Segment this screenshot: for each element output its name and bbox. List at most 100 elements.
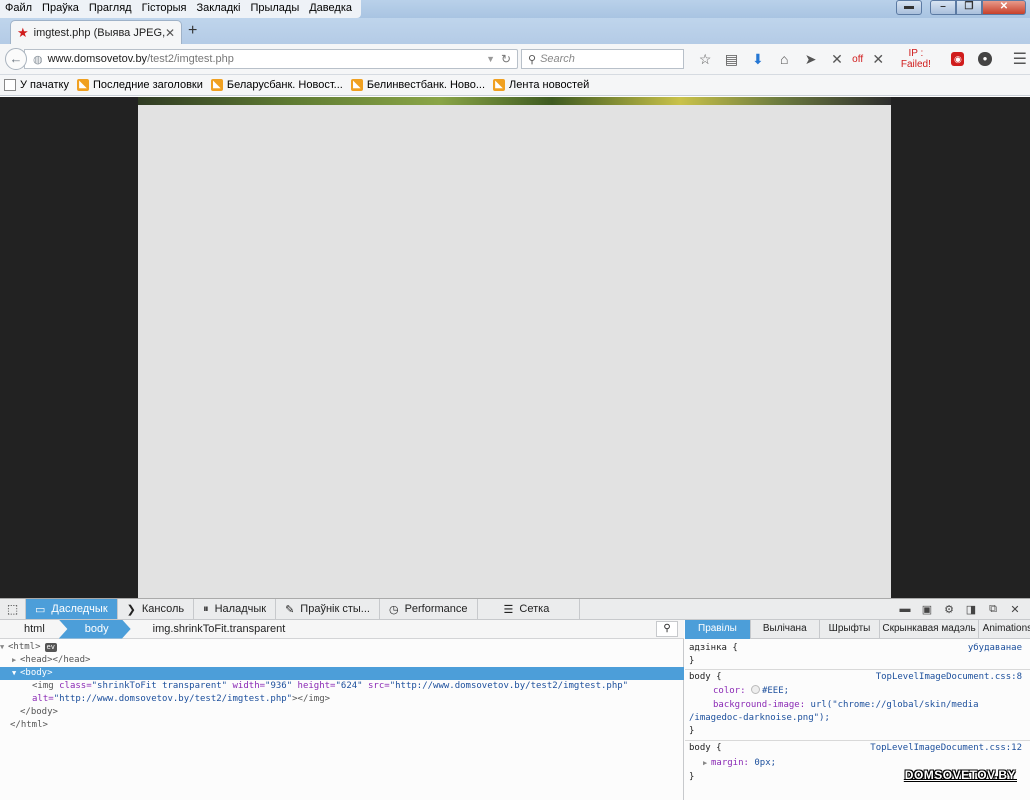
devtools-toolbar: ⬚ ▭ Даследчык ❯ Кансоль ⏸ Наладчык ✎ Праўнік…	[0, 599, 1030, 620]
x-addon-icon[interactable]: ✕	[824, 51, 850, 68]
reading-list-icon[interactable]: ▤	[718, 51, 744, 68]
element-picker-icon[interactable]: ⬚	[0, 599, 26, 619]
send-icon[interactable]: ➤	[797, 51, 823, 68]
tab-rules[interactable]: Правілы	[685, 620, 751, 639]
rule2-selector: body {	[689, 743, 722, 753]
tab-network[interactable]: ☰ Сетка	[478, 599, 581, 619]
bookmarks-toolbar: У пачатку ◣ Последние заголовки ◣ Беларусб…	[0, 75, 1030, 96]
bg-image-declaration-cont: /imagedoc-darknoise.png");	[689, 713, 830, 723]
rule1-source-link[interactable]: TopLevelImageDocument.css:8	[876, 671, 1022, 684]
addon-red-icon[interactable]: ◉	[951, 52, 965, 66]
color-swatch-icon[interactable]	[750, 685, 760, 694]
bookmark-star-icon[interactable]: ☆	[692, 51, 718, 68]
tab-strip: ★ imgtest.php (Выява JPEG, ... ✕ +	[0, 18, 1030, 44]
breadcrumb-body[interactable]: body	[58, 619, 131, 639]
rule1-selector: body {	[689, 672, 722, 682]
bg-image-declaration[interactable]: background-image: url("chrome://global/s…	[713, 699, 979, 712]
url-bar[interactable]: ◍ www.domsovetov.by/test2/imgtest.php ▼ …	[24, 49, 518, 69]
network-icon: ☰	[503, 603, 514, 616]
tab-inspector[interactable]: ▭ Даследчык	[26, 599, 118, 619]
globe-icon: ◍	[33, 53, 43, 66]
tab-animations[interactable]: Animations	[979, 620, 1030, 639]
tab-title: imgtest.php (Выява JPEG, ...	[33, 26, 165, 39]
close-window-button[interactable]: ✕	[982, 0, 1026, 15]
tab-computed[interactable]: Вылічана	[751, 620, 820, 639]
home-icon[interactable]: ⌂	[771, 51, 797, 67]
inspected-image-highlight[interactable]	[138, 105, 891, 598]
tab-style-editor[interactable]: ✎ Праўнік сты...	[276, 599, 380, 619]
menu-history[interactable]: Гісторыя	[137, 0, 192, 18]
maximize-button[interactable]: ❐	[956, 0, 982, 15]
reload-icon[interactable]: ↻	[501, 52, 511, 66]
menu-bookmarks[interactable]: Закладкі	[192, 0, 246, 18]
new-tab-button[interactable]: +	[188, 22, 197, 40]
menu-edit[interactable]: Праўка	[37, 0, 84, 18]
search-placeholder: Search	[540, 53, 575, 65]
minimize-button[interactable]: –	[930, 0, 956, 15]
twisty-closed-icon[interactable]: ▶	[12, 654, 20, 667]
folder-icon	[4, 79, 16, 91]
window-extra-button[interactable]: ▬	[896, 0, 922, 15]
hamburger-menu-icon[interactable]: ☰	[1007, 49, 1030, 69]
markup-node-img[interactable]: <img class="shrinkToFit transparent" wid…	[0, 680, 684, 693]
expand-twisty-icon[interactable]: ▶	[703, 757, 711, 770]
ip-status-label[interactable]: IP : Failed!	[891, 48, 944, 70]
rss-icon: ◣	[76, 79, 89, 91]
menu-tools[interactable]: Прылады	[245, 0, 304, 18]
event-badge[interactable]: ev	[44, 643, 57, 652]
markup-node-body-close[interactable]: </body>	[0, 706, 684, 719]
favicon-star-icon: ★	[17, 24, 29, 40]
tab-performance[interactable]: ◷ Performance	[380, 599, 478, 619]
responsive-mode-icon[interactable]: ▣	[916, 603, 938, 616]
bookmark-item[interactable]: ◣ Последние заголовки	[76, 79, 203, 91]
search-input[interactable]: ⚲ Search	[521, 49, 684, 69]
breadcrumb-html[interactable]: html	[0, 620, 59, 639]
url-dropdown-icon[interactable]: ▼	[486, 54, 495, 64]
tab-imgtest[interactable]: ★ imgtest.php (Выява JPEG, ... ✕	[10, 20, 182, 44]
menu-help[interactable]: Даведка	[304, 0, 357, 18]
chat-icon[interactable]: ●	[978, 52, 992, 66]
url-host: www.domsovetov.by	[47, 53, 148, 65]
x-addon-2-icon[interactable]: ✕	[865, 51, 891, 68]
markup-node-img-cont[interactable]: alt="http://www.domsovetov.by/test2/imgt…	[0, 693, 684, 706]
search-icon: ⚲	[528, 53, 537, 66]
bookmark-item[interactable]: ◣ Беларусбанк. Новост...	[210, 79, 343, 91]
tab-debugger[interactable]: ⏸ Наладчык	[194, 599, 277, 619]
element-rule-source[interactable]: убудаванае	[968, 642, 1022, 655]
settings-gear-icon[interactable]: ⚙	[938, 603, 960, 616]
menu-file[interactable]: Файл	[0, 0, 37, 18]
rss-icon: ◣	[350, 79, 363, 91]
bookmark-item[interactable]: ◣ Белинвестбанк. Ново...	[350, 79, 485, 91]
breadcrumb-img[interactable]: img.shrinkToFit.transparent	[131, 620, 300, 639]
tab-fonts[interactable]: Шрыфты	[820, 620, 881, 639]
markup-node-html-close[interactable]: </html>	[0, 719, 684, 732]
tab-close-icon[interactable]: ✕	[165, 26, 175, 40]
color-declaration[interactable]: color: #EEE;	[713, 685, 789, 698]
rule2-source-link[interactable]: TopLevelImageDocument.css:12	[870, 742, 1022, 755]
back-button[interactable]: ←	[5, 48, 27, 70]
menu-bar: Файл Праўка Прагляд Гісторыя Закладкі Пр…	[0, 0, 361, 18]
bookmark-item[interactable]: У пачатку	[4, 79, 69, 91]
off-label[interactable]: off	[850, 54, 865, 65]
close-devtools-icon[interactable]: ✕	[1004, 603, 1026, 616]
undock-icon[interactable]: ⧉	[982, 603, 1004, 616]
markup-node-html[interactable]: ▼ <html> ev	[0, 641, 684, 654]
rss-icon: ◣	[493, 79, 506, 91]
split-console-icon[interactable]: ▬	[894, 603, 916, 615]
rule-close-brace: }	[689, 726, 695, 736]
tab-console[interactable]: ❯ Кансоль	[118, 599, 195, 619]
rules-tabs: Правілы Вылічана Шрыфты Скрынкавая мадэл…	[685, 620, 1030, 639]
twisty-open-icon[interactable]: ▼	[12, 667, 20, 680]
markup-search-icon[interactable]: ⚲	[656, 621, 678, 637]
rule-close-brace: }	[689, 772, 695, 782]
downloads-icon[interactable]: ⬇	[745, 51, 771, 68]
margin-declaration[interactable]: ▶ margin: 0px;	[703, 757, 776, 770]
markup-node-body[interactable]: ▼ <body>	[0, 667, 684, 680]
bookmark-item[interactable]: ◣ Лента новостей	[493, 79, 589, 91]
dock-side-icon[interactable]: ◨	[960, 603, 982, 616]
twisty-open-icon[interactable]: ▼	[0, 641, 8, 654]
image-visible-strip	[138, 97, 891, 105]
tab-box-model[interactable]: Скрынкавая мадэль	[880, 620, 979, 639]
menu-view[interactable]: Прагляд	[84, 0, 137, 18]
markup-node-head[interactable]: ▶ <head></head>	[0, 654, 684, 667]
